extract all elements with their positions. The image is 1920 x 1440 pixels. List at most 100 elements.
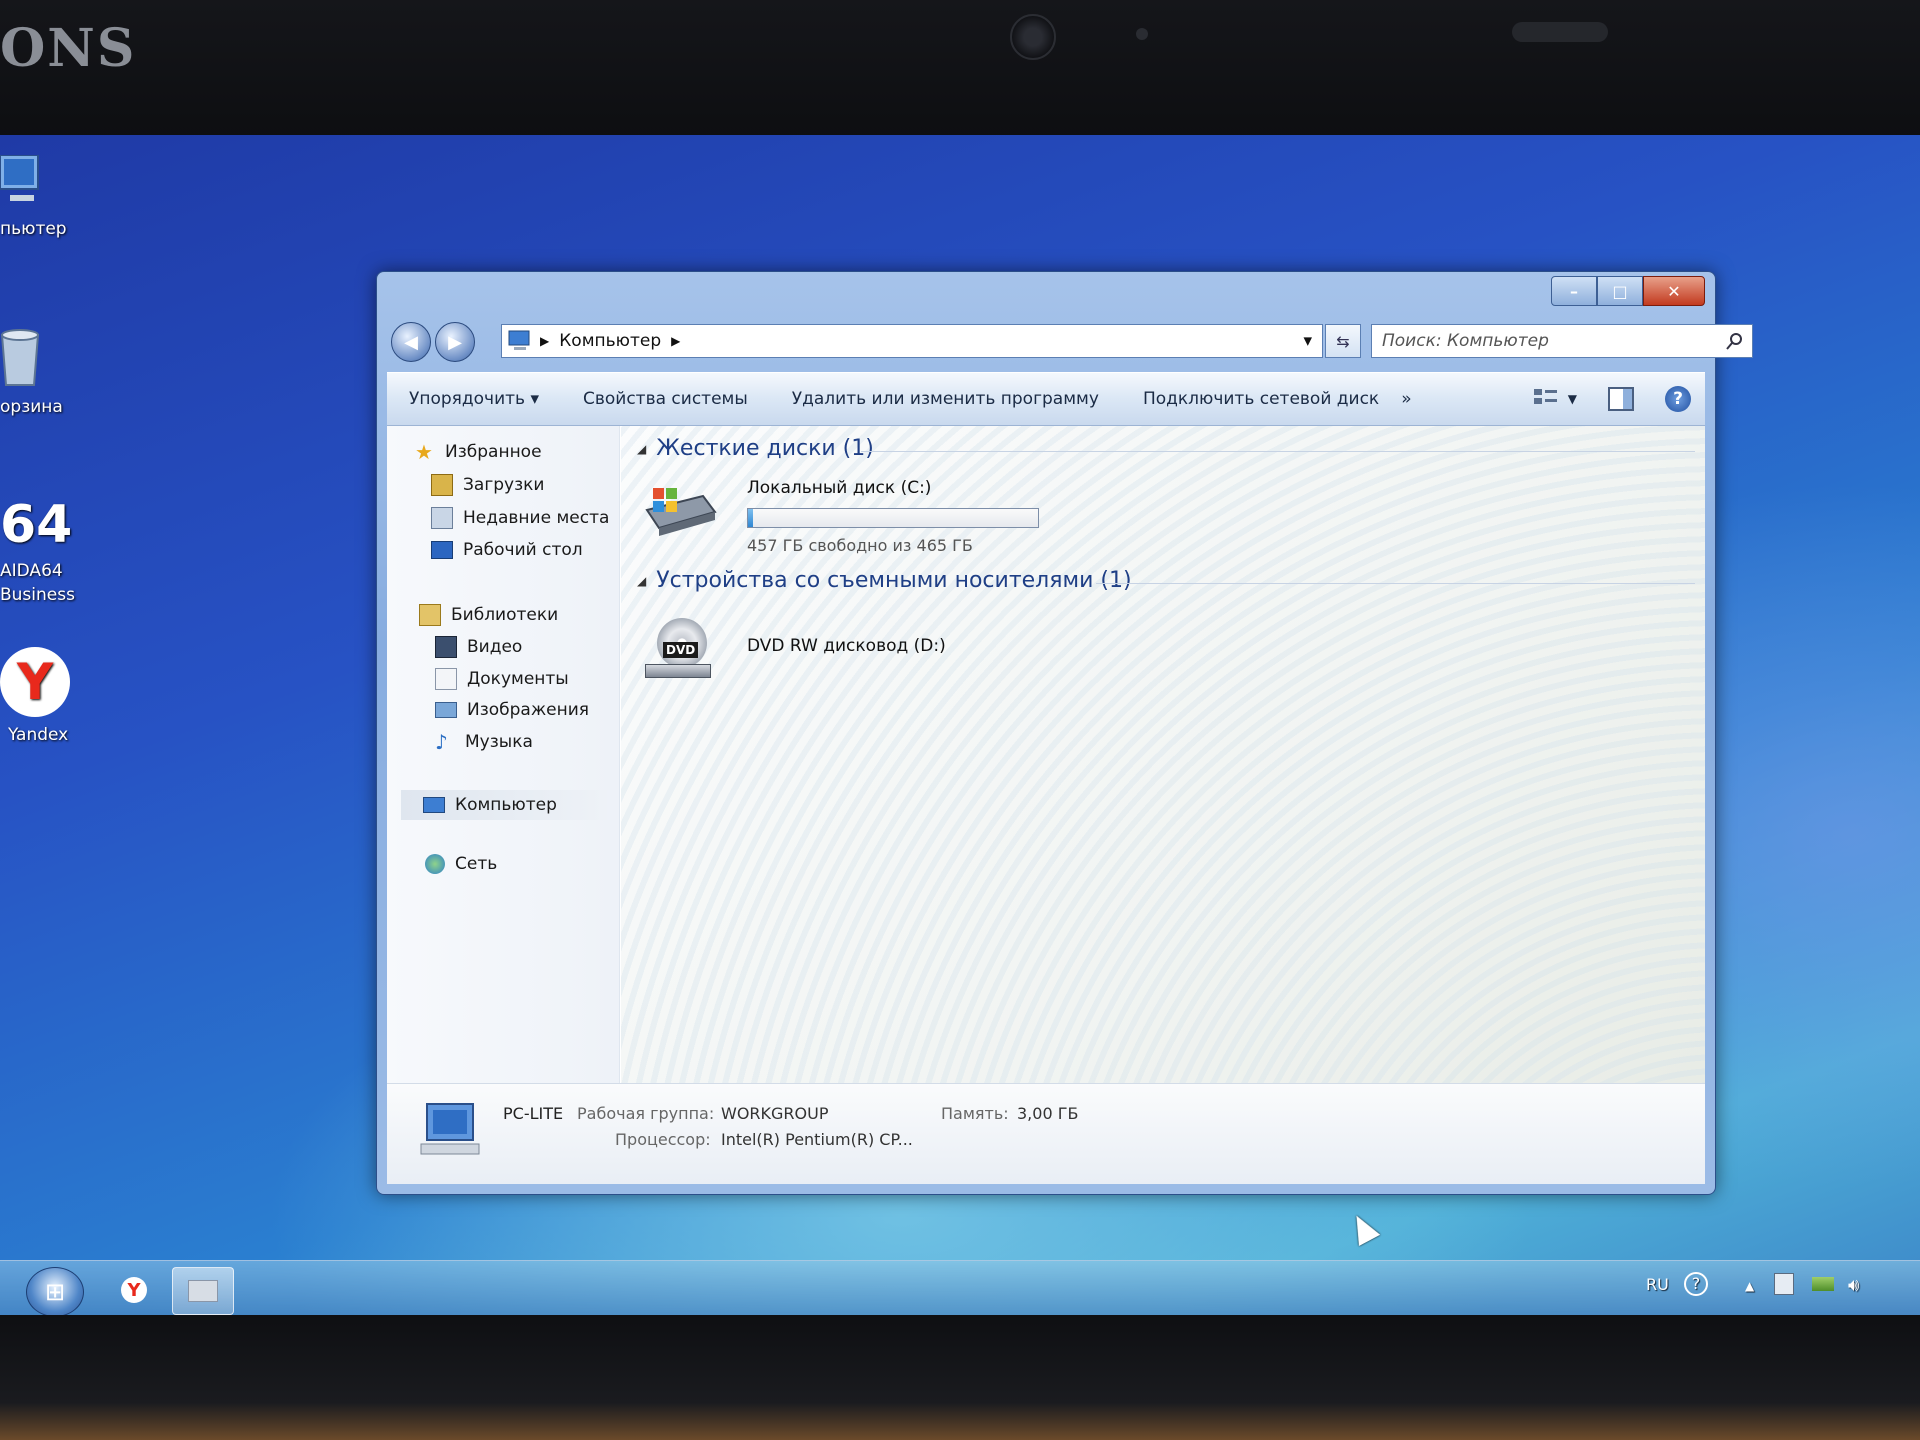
desktop-icon-label: пьютер xyxy=(0,219,67,239)
content-area: ◢ Жесткие диски (1) Локальный диск (C:) xyxy=(621,426,1705,1246)
downloads-folder-icon xyxy=(431,474,453,496)
help-tray-icon[interactable]: ? xyxy=(1684,1272,1708,1296)
nav-libraries[interactable]: Библиотеки xyxy=(419,604,558,626)
nav-libraries-label: Библиотеки xyxy=(451,605,559,625)
network-globe-icon xyxy=(425,854,445,874)
nav-documents[interactable]: Документы xyxy=(435,668,569,690)
refresh-button[interactable]: ⇆ xyxy=(1325,324,1361,358)
drive-c-item[interactable]: Локальный диск (C:) 457 ГБ свободно из 4… xyxy=(621,426,1061,566)
preview-pane-icon[interactable] xyxy=(1607,386,1635,412)
show-hidden-icons-button[interactable]: ▲ xyxy=(1745,1279,1754,1293)
network-tray-icon[interactable] xyxy=(1812,1277,1834,1291)
nav-computer[interactable]: Компьютер xyxy=(401,790,607,820)
computer-icon xyxy=(0,155,39,201)
volume-icon[interactable]: 🔊︎ xyxy=(1848,1275,1859,1296)
breadcrumb-computer[interactable]: Компьютер xyxy=(559,331,661,351)
organize-button[interactable]: Упорядочить ▾ xyxy=(387,389,561,409)
yandex-icon: Y xyxy=(121,1277,147,1303)
close-button[interactable]: ✕ xyxy=(1643,276,1705,306)
light-sensor xyxy=(1136,28,1148,40)
map-network-drive-button[interactable]: Подключить сетевой диск xyxy=(1121,389,1401,409)
nav-favorites[interactable]: ★ Избранное xyxy=(415,442,542,462)
desktop-icon-label: AIDA64 xyxy=(0,561,63,581)
dvd-drive-icon: DVD xyxy=(645,618,711,678)
explorer-body: ★ Избранное Загрузки Недавние места Рабо… xyxy=(387,426,1705,1246)
nav-network[interactable]: Сеть xyxy=(425,854,497,874)
breadcrumb-separator[interactable]: ▶ xyxy=(671,334,680,348)
details-pane: PC-LITE Рабочая группа: WORKGROUP Память… xyxy=(387,1083,1705,1184)
view-options-icon[interactable] xyxy=(1532,386,1562,412)
drive-c-usage-bar xyxy=(747,508,1039,528)
video-icon xyxy=(435,636,457,658)
memory-label: Память: xyxy=(941,1104,1009,1123)
desktop-icon-computer[interactable]: пьютер xyxy=(0,155,67,241)
aida64-icon: 64 xyxy=(0,495,73,555)
laptop-bezel-bottom xyxy=(0,1315,1920,1440)
pictures-icon xyxy=(435,702,457,718)
action-center-icon[interactable] xyxy=(1774,1273,1794,1295)
desktop-icon-label: Business xyxy=(0,585,75,605)
navigation-pane: ★ Избранное Загрузки Недавние места Рабо… xyxy=(387,426,620,1084)
more-commands-button[interactable]: » xyxy=(1401,389,1433,409)
workgroup-value: WORKGROUP xyxy=(721,1104,829,1123)
nav-music[interactable]: ♪ Музыка xyxy=(435,732,533,752)
star-icon: ★ xyxy=(415,440,433,464)
windows-logo-icon: ⊞ xyxy=(44,1278,66,1306)
help-button[interactable]: ? xyxy=(1665,386,1691,412)
memory-value: 3,00 ГБ xyxy=(1017,1104,1079,1123)
search-placeholder: Поиск: Компьютер xyxy=(1382,331,1549,351)
drive-c-free-space: 457 ГБ свободно из 465 ГБ xyxy=(747,536,973,555)
documents-icon xyxy=(435,668,457,690)
drive-c-name: Локальный диск (C:) xyxy=(747,478,932,498)
desktop-icon-yandex[interactable]: Y Yandex xyxy=(0,647,70,747)
drive-d-item[interactable]: DVD DVD RW дисковод (D:) xyxy=(621,606,981,686)
dvd-badge: DVD xyxy=(663,642,699,658)
view-dropdown-icon[interactable]: ▼ xyxy=(1568,392,1577,406)
desktop-icon-label: Yandex xyxy=(8,725,69,745)
computer-icon xyxy=(420,1103,480,1155)
taskbar: ⊞ Y RU ? ▲ 🔊︎ xyxy=(0,1260,1920,1315)
system-properties-button[interactable]: Свойства системы xyxy=(561,389,770,409)
taskbar-yandex-button[interactable]: Y xyxy=(104,1267,164,1313)
address-bar[interactable]: ▶ Компьютер ▶ ▾ xyxy=(501,324,1323,358)
nav-desktop[interactable]: Рабочий стол xyxy=(431,540,583,560)
nav-recent-places[interactable]: Недавние места xyxy=(431,507,609,529)
collapse-triangle-icon[interactable]: ◢ xyxy=(637,574,646,588)
hard-drive-icon xyxy=(645,488,717,536)
uninstall-program-button[interactable]: Удалить или изменить программу xyxy=(770,389,1121,409)
nav-network-label: Сеть xyxy=(455,854,498,874)
group-header-removable[interactable]: ◢ Устройства со съемными носителями (1) xyxy=(637,568,1132,593)
maximize-button[interactable]: □ xyxy=(1597,276,1643,306)
nav-video-label: Видео xyxy=(467,637,523,657)
mouse-cursor xyxy=(1345,1210,1381,1246)
breadcrumb-separator[interactable]: ▶ xyxy=(540,334,549,348)
recycle-bin-icon xyxy=(0,329,40,386)
nav-desktop-label: Рабочий стол xyxy=(463,540,583,560)
taskbar-explorer-button[interactable] xyxy=(172,1267,234,1315)
speaker-grille xyxy=(1512,22,1608,42)
webcam xyxy=(1010,14,1056,60)
explorer-window[interactable]: – □ ✕ ◀ ▶ ▶ Компьютер ▶ ▾ ⇆ Поиск: Компь… xyxy=(376,271,1753,1246)
yandex-glyph: Y xyxy=(16,653,54,711)
forward-button[interactable]: ▶ xyxy=(435,322,475,362)
desktop-icon-recycle-bin[interactable]: орзина xyxy=(0,325,63,419)
desktop-icon-aida64[interactable]: 64 AIDA64 Business xyxy=(0,495,75,607)
magnifier-icon[interactable] xyxy=(1726,332,1744,350)
nav-video[interactable]: Видео xyxy=(435,636,522,658)
language-indicator[interactable]: RU xyxy=(1646,1275,1669,1294)
desktop-icon-label: орзина xyxy=(0,397,63,417)
start-button[interactable]: ⊞ xyxy=(26,1267,84,1315)
nav-music-label: Музыка xyxy=(465,732,533,752)
back-button[interactable]: ◀ xyxy=(391,322,431,362)
yandex-icon: Y xyxy=(0,647,70,717)
computer-name: PC-LITE xyxy=(503,1104,564,1123)
explorer-folder-icon xyxy=(188,1280,218,1302)
laptop-bezel-top: ONS xyxy=(0,0,1920,140)
nav-pictures[interactable]: Изображения xyxy=(435,700,589,720)
recent-places-icon xyxy=(431,507,453,529)
computer-icon xyxy=(423,797,445,813)
minimize-button[interactable]: – xyxy=(1551,276,1597,306)
nav-downloads[interactable]: Загрузки xyxy=(431,474,544,496)
address-dropdown-button[interactable]: ▾ xyxy=(1303,331,1312,351)
search-input[interactable]: Поиск: Компьютер xyxy=(1371,324,1753,358)
